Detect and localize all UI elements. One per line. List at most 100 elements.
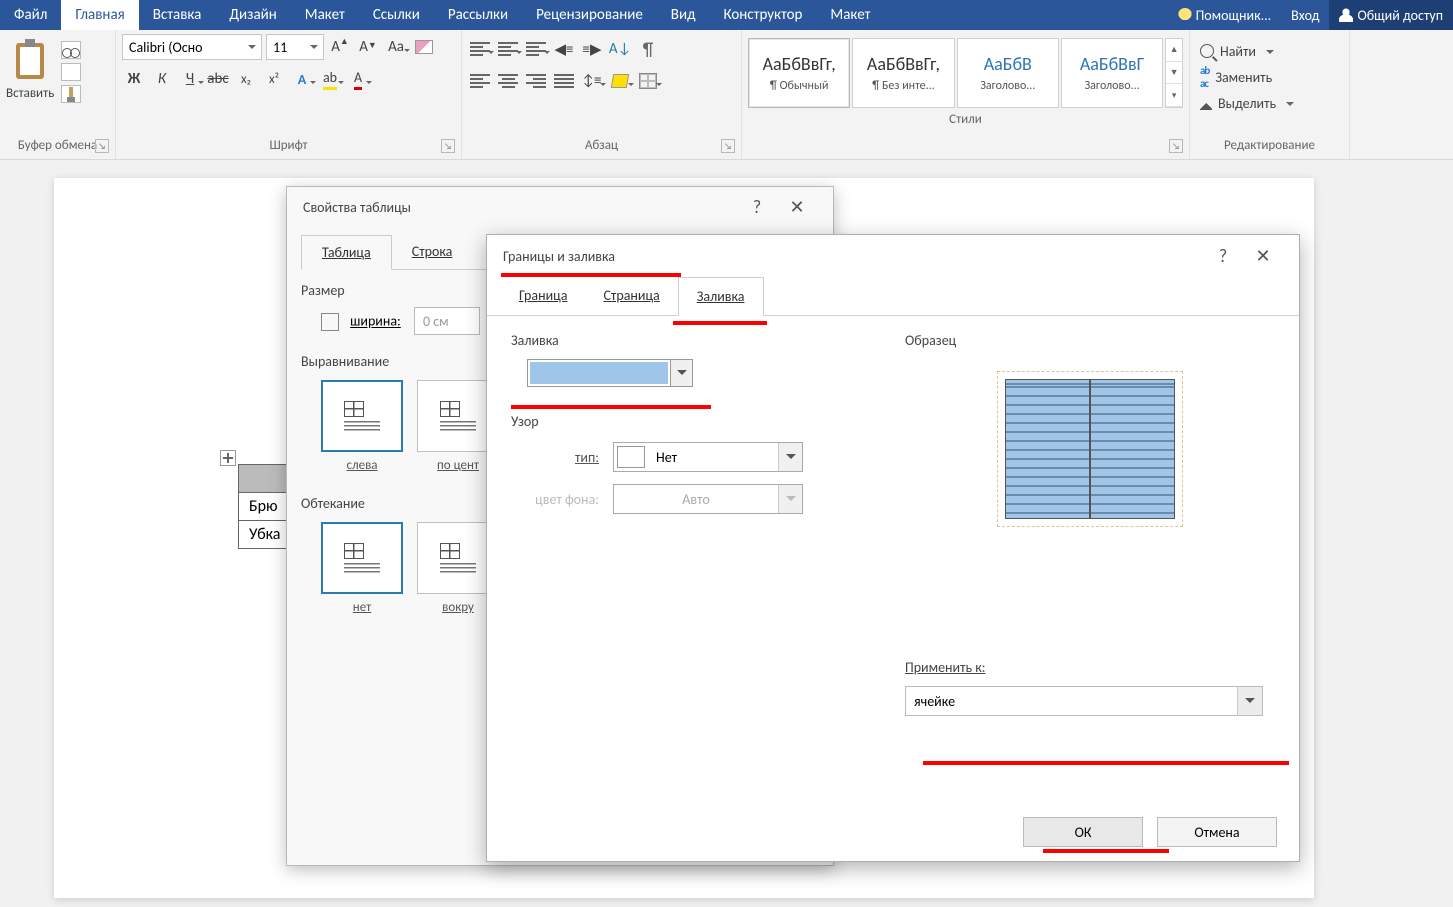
fill-color-combo[interactable] — [527, 359, 693, 387]
tab-layout[interactable]: Макет — [291, 0, 359, 30]
paste-button[interactable] — [10, 34, 50, 84]
sign-in[interactable]: Вход — [1281, 0, 1329, 30]
tab-design[interactable]: Дизайн — [215, 0, 290, 30]
decrease-indent-button[interactable]: ◀≡ — [552, 38, 576, 60]
underline-button[interactable]: Ч — [178, 68, 202, 90]
fill-label: Заливка — [511, 332, 875, 349]
tab-file[interactable]: Файл — [0, 0, 61, 30]
subscript-button[interactable]: x₂ — [234, 68, 258, 90]
paste-label: Вставить — [6, 86, 54, 101]
tab-review[interactable]: Рецензирование — [522, 0, 657, 30]
tell-me[interactable]: Помощник... — [1168, 0, 1282, 30]
tab-insert[interactable]: Вставка — [139, 0, 216, 30]
bold-button[interactable]: Ж — [122, 68, 146, 90]
tab-mailings[interactable]: Рассылки — [434, 0, 522, 30]
borders-button[interactable] — [636, 70, 660, 92]
bullets-button[interactable] — [468, 38, 492, 60]
show-marks-button[interactable]: ¶ — [636, 38, 660, 60]
paragraph-launcher[interactable]: ↘ — [721, 139, 735, 153]
dlg2-tab-page[interactable]: Страница — [585, 277, 677, 315]
change-case-button[interactable]: Aa — [384, 36, 408, 58]
styles-gallery-more[interactable]: ▲▼▾ — [1165, 38, 1183, 108]
tab-table-layout[interactable]: Макет — [816, 0, 884, 30]
pattern-label: Узор — [511, 413, 875, 430]
select-button[interactable]: Выделить — [1196, 90, 1298, 116]
find-button[interactable]: Найти — [1196, 38, 1278, 64]
table-cell[interactable]: Брю — [239, 493, 291, 521]
italic-button[interactable]: К — [150, 68, 174, 90]
width-checkbox[interactable] — [321, 313, 339, 331]
styles-launcher[interactable]: ↘ — [1169, 139, 1183, 153]
group-paragraph: ◀≡ ≡▶ A↓ ¶ ↕≡ Абзац ↘ — [462, 30, 742, 159]
wrap-none-option[interactable] — [321, 522, 403, 594]
ribbon: Вставить Буфер обмена ↘ Calibri (Осно 11… — [0, 30, 1453, 160]
apply-to-combo[interactable]: ячейке — [905, 686, 1263, 716]
table-cell[interactable]: Убка — [239, 521, 291, 549]
copy-button[interactable] — [61, 63, 81, 81]
shrink-font-button[interactable]: A▼ — [356, 36, 380, 58]
dialog2-help[interactable]: ? — [1203, 245, 1243, 267]
tab-home[interactable]: Главная — [61, 0, 138, 30]
tab-view[interactable]: Вид — [657, 0, 710, 30]
table-move-handle[interactable] — [220, 450, 236, 466]
cancel-button[interactable]: Отмена — [1157, 817, 1277, 847]
dlg1-tab-row[interactable]: Строка — [392, 235, 473, 269]
cut-button[interactable] — [61, 41, 81, 59]
font-name-combo[interactable]: Calibri (Осно — [122, 34, 262, 60]
cursor-icon — [1200, 96, 1212, 110]
align-center-button[interactable] — [496, 70, 520, 92]
share[interactable]: Общий доступ — [1329, 0, 1453, 30]
group-editing: Найти abacЗаменить Выделить Редактирован… — [1190, 30, 1350, 159]
group-font: Calibri (Осно 11 A▲ A▼ Aa Ж К Ч abc x₂ x… — [116, 30, 462, 159]
format-painter-button[interactable] — [61, 85, 81, 103]
numbering-button[interactable] — [496, 38, 520, 60]
shading-button[interactable] — [608, 70, 632, 92]
replace-button[interactable]: abacЗаменить — [1196, 64, 1276, 90]
text-effects-button[interactable]: A — [290, 68, 314, 90]
pattern-type-combo[interactable]: Нет — [613, 442, 803, 472]
annotation — [501, 273, 681, 277]
annotation — [923, 761, 1289, 765]
font-launcher[interactable]: ↘ — [441, 139, 455, 153]
font-color-button[interactable]: A — [346, 68, 370, 90]
dialog2-close[interactable]: ✕ — [1243, 245, 1283, 267]
align-left-button[interactable] — [468, 70, 492, 92]
dlg2-tab-border[interactable]: Граница — [501, 277, 585, 315]
group-styles: АаБбВвГг, ¶ Обычный АаБбВвГг, ¶ Без инте… — [742, 30, 1190, 159]
fill-color-dropdown[interactable] — [670, 360, 692, 386]
increase-indent-button[interactable]: ≡▶ — [580, 38, 604, 60]
dialog1-close[interactable]: ✕ — [777, 196, 817, 218]
document-table[interactable]: Брю Убка — [238, 464, 291, 549]
ok-button[interactable]: ОК — [1023, 817, 1143, 847]
align-right-button[interactable] — [524, 70, 548, 92]
grow-font-button[interactable]: A▲ — [328, 36, 352, 58]
style-normal[interactable]: АаБбВвГг, ¶ Обычный — [748, 38, 850, 108]
dialog1-help[interactable]: ? — [737, 196, 777, 218]
style-heading2[interactable]: АаБбВвГ Заголово... — [1061, 38, 1163, 108]
tab-references[interactable]: Ссылки — [359, 0, 434, 30]
dialog2-title: Границы и заливка — [503, 248, 615, 265]
clipboard-launcher[interactable]: ↘ — [95, 139, 109, 153]
highlight-button[interactable]: ab — [318, 68, 342, 90]
sort-button[interactable]: A↓ — [608, 38, 632, 60]
search-icon — [1200, 44, 1214, 58]
dialog-borders-shading: Границы и заливка ? ✕ Граница Страница З… — [486, 234, 1300, 862]
group-label-font: Шрифт — [122, 134, 455, 159]
line-spacing-button[interactable]: ↕≡ — [580, 70, 604, 92]
multilevel-button[interactable] — [524, 38, 548, 60]
person-icon — [1339, 8, 1353, 22]
dlg1-tab-table[interactable]: Таблица — [301, 235, 392, 270]
strike-button[interactable]: abc — [206, 68, 230, 90]
width-value[interactable]: 0 см — [414, 307, 480, 335]
eraser-icon — [415, 40, 433, 54]
style-no-spacing[interactable]: АаБбВвГг, ¶ Без инте... — [852, 38, 954, 108]
font-size-combo[interactable]: 11 — [266, 34, 324, 60]
superscript-button[interactable]: x² — [262, 68, 286, 90]
group-label-clipboard: Буфер обмена — [6, 134, 109, 159]
clear-format-button[interactable] — [412, 36, 436, 58]
dlg2-tab-fill[interactable]: Заливка — [678, 277, 764, 316]
style-heading1[interactable]: АаБбВ Заголово... — [957, 38, 1059, 108]
justify-button[interactable] — [552, 70, 576, 92]
tab-table-design[interactable]: Конструктор — [709, 0, 816, 30]
align-left-option[interactable] — [321, 380, 403, 452]
